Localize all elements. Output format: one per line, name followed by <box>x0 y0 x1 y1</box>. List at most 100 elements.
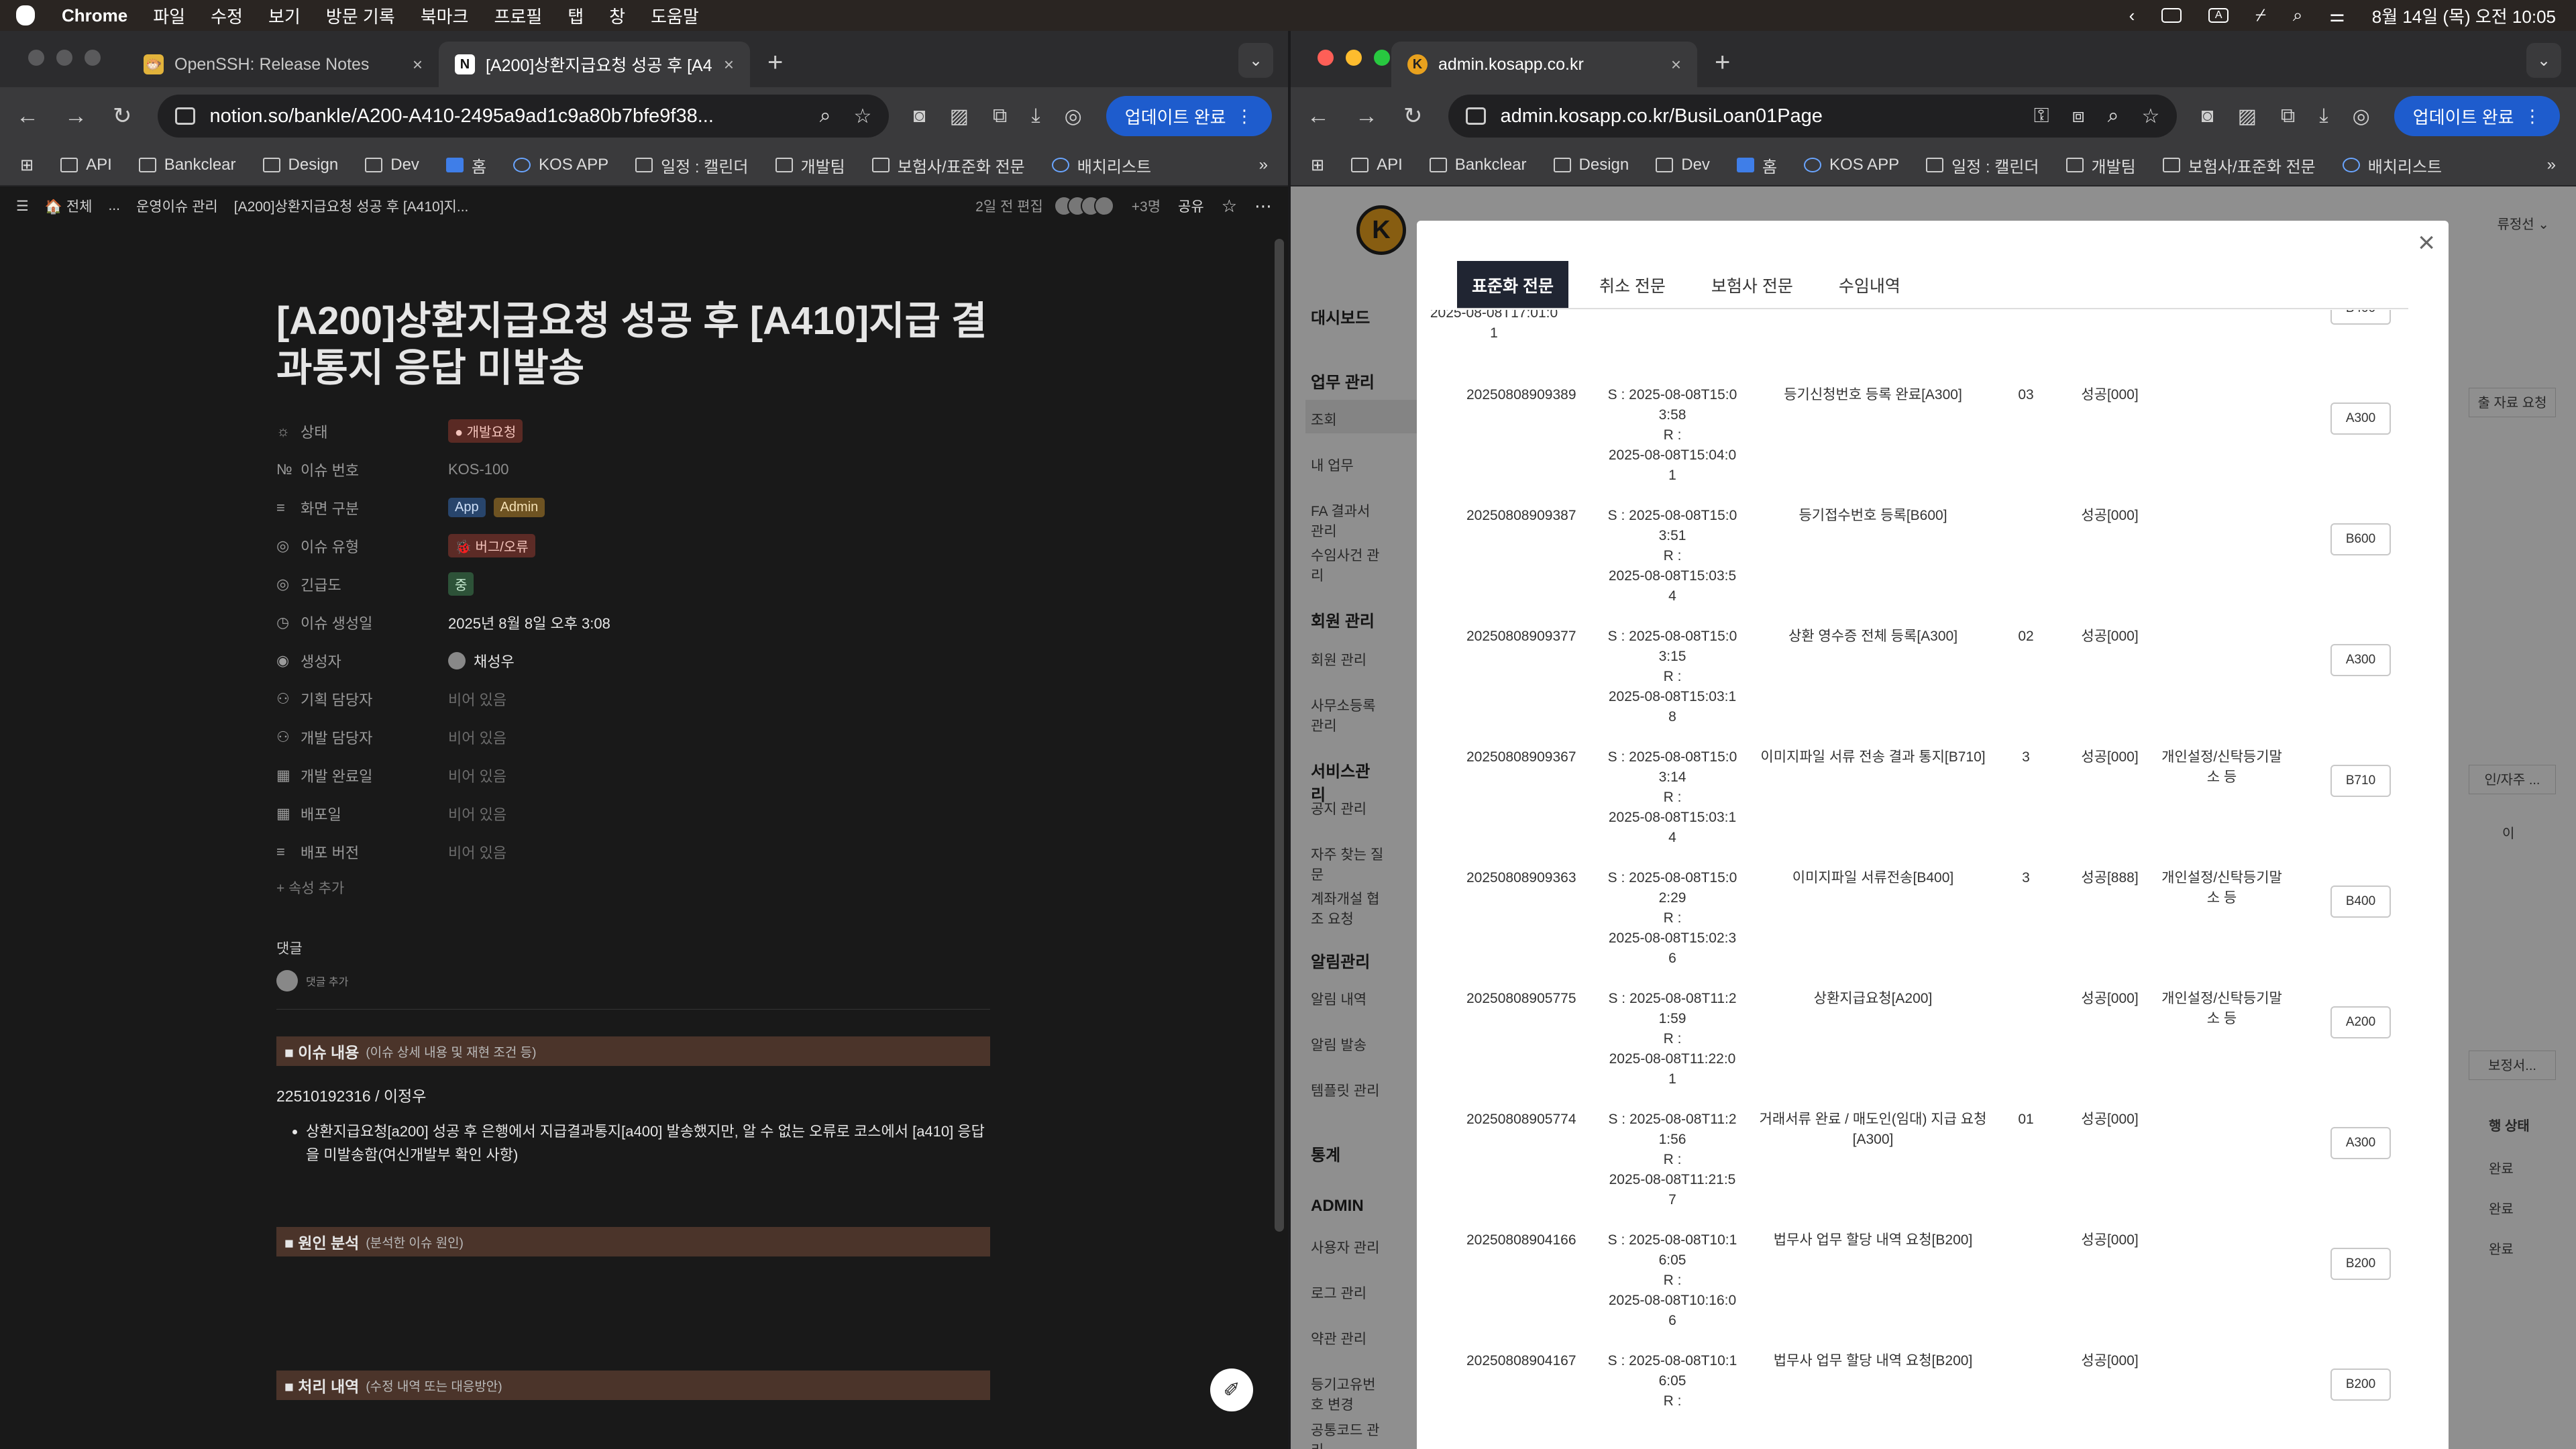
menu-item[interactable]: 방문 기록 <box>326 3 395 28</box>
viewers-extra-count[interactable]: +3명 <box>1132 196 1161 216</box>
apps-grid-icon[interactable]: ⊞ <box>20 156 34 175</box>
property-row[interactable]: ≡ 배포 버전 비어 있음 <box>276 833 990 871</box>
menu-item[interactable]: 보기 <box>268 3 301 28</box>
code-button[interactable]: A300 <box>2330 644 2391 676</box>
issue-id-text[interactable]: 22510192316 / 이정우 <box>276 1083 990 1106</box>
back-arrow-icon[interactable]: ← <box>1307 103 1330 129</box>
property-row[interactable]: ◎ 긴급도 중 <box>276 565 990 603</box>
property-row[interactable]: ▦ 개발 완료일 비어 있음 <box>276 756 990 794</box>
breadcrumb-item[interactable]: 🏠 전체 <box>45 196 93 216</box>
property-row[interactable]: ⚇ 개발 담당자 비어 있음 <box>276 718 990 756</box>
reload-icon[interactable]: ↻ <box>113 103 132 129</box>
bookmark-link[interactable]: 개발팀 <box>775 154 845 177</box>
browser-tab-active[interactable]: N [A200]상환지급요청 성공 후 [A4 × <box>439 42 750 87</box>
bookmark-link[interactable]: 보험사/표준화 전문 <box>871 154 1025 177</box>
password-key-icon[interactable]: ⚿ <box>2034 105 2049 127</box>
bookmark-link[interactable]: 일정 : 캘린더 <box>635 154 749 177</box>
close-window-button[interactable] <box>28 50 44 66</box>
property-row[interactable]: № 이슈 번호 KOS-100 <box>276 450 990 488</box>
tab-search-button[interactable]: ⌄ <box>2526 43 2561 78</box>
add-comment-row[interactable]: 댓글 추가 <box>276 970 990 991</box>
bookmark-star-icon[interactable]: ☆ <box>2142 105 2160 128</box>
code-button[interactable]: A200 <box>2330 1006 2391 1038</box>
property-row[interactable]: ▦ 배포일 비어 있음 <box>276 794 990 833</box>
more-options-icon[interactable]: ⋯ <box>1254 196 1272 217</box>
back-arrow-icon[interactable]: ← <box>16 103 39 129</box>
code-button[interactable]: B200 <box>2330 1248 2391 1280</box>
bookmark-link[interactable]: 일정 : 캘린더 <box>1926 154 2039 177</box>
reload-icon[interactable]: ↻ <box>1403 103 1423 129</box>
add-comment-placeholder[interactable]: 댓글 추가 <box>306 973 348 989</box>
menu-item[interactable]: 파일 <box>153 3 185 28</box>
code-button[interactable]: B600 <box>2330 523 2391 555</box>
minimize-window-button[interactable] <box>56 50 72 66</box>
close-tab-icon[interactable]: × <box>413 54 423 75</box>
wifi-off-icon[interactable]: ⌿ <box>2255 5 2266 26</box>
menu-item[interactable]: 도움말 <box>651 3 699 28</box>
property-row[interactable]: ◉ 생성자 채성우 <box>276 641 990 680</box>
property-row[interactable]: ⚇ 기획 담당자 비어 있음 <box>276 680 990 718</box>
menu-item[interactable]: 북마크 <box>421 3 469 28</box>
menubar-clock[interactable]: 8월 14일 (목) 오전 10:05 <box>2372 3 2556 28</box>
tab-standard-message[interactable]: 표준화 전문 <box>1457 261 1568 309</box>
extensions-icon[interactable]: ⧉ <box>993 105 1007 127</box>
forward-arrow-icon[interactable]: → <box>1355 103 1378 129</box>
url-text[interactable]: admin.kosapp.co.kr/BusiLoan01Page <box>1501 105 2011 127</box>
download-icon[interactable]: ⤓ <box>1031 105 1040 127</box>
bookmark-link[interactable]: 홈 <box>1736 154 1777 177</box>
zoom-window-button[interactable] <box>1374 50 1390 66</box>
address-bar[interactable]: admin.kosapp.co.kr/BusiLoan01Page ⚿ ⧈ ⌕ … <box>1448 95 2178 138</box>
code-button[interactable]: A300 <box>2330 1127 2391 1159</box>
bookmark-link[interactable]: 홈 <box>445 154 486 177</box>
bookmark-folder[interactable]: Bankclear <box>1429 156 1527 174</box>
property-row[interactable]: ☼ 상태 ● 개발요청 <box>276 412 990 450</box>
apps-grid-icon[interactable]: ⊞ <box>1311 156 1324 175</box>
issue-bullet[interactable]: 상환지급요청[a200] 성공 후 은행에서 지급결과통지[a400] 발송했지… <box>306 1120 990 1167</box>
url-text[interactable]: notion.so/bankle/A200-A410-2495a9ad1c9a8… <box>210 105 797 127</box>
tab-commission-history[interactable]: 수임내역 <box>1824 261 1915 309</box>
sidebar-toggle-icon[interactable]: ☰ <box>16 198 29 215</box>
address-bar[interactable]: notion.so/bankle/A200-A410-2495a9ad1c9a8… <box>157 95 890 138</box>
new-tab-button[interactable]: + <box>750 48 800 87</box>
bookmark-folder[interactable]: Design <box>262 156 338 174</box>
bookmark-folder[interactable]: API <box>60 156 112 174</box>
issue-content-heading[interactable]: ■ 이슈 내용 (이슈 상세 내용 및 재현 조건 등) <box>276 1036 990 1066</box>
bookmark-link[interactable]: KOS APP <box>513 156 608 174</box>
code-button[interactable]: B200 <box>2330 1368 2391 1401</box>
favorite-star-icon[interactable]: ☆ <box>1222 196 1237 217</box>
battery-icon[interactable] <box>2161 8 2182 23</box>
new-tab-button[interactable]: + <box>1697 48 1748 87</box>
close-icon[interactable]: × <box>2418 226 2435 260</box>
bug-tag[interactable]: 🐞 버그/오류 <box>448 534 535 557</box>
download-icon[interactable]: ⤓ <box>2319 105 2328 127</box>
close-window-button[interactable] <box>1318 50 1334 66</box>
search-icon[interactable]: ⌕ <box>2293 5 2303 26</box>
chevron-left-icon[interactable]: ‹ <box>2129 5 2135 26</box>
menu-item[interactable]: 수정 <box>211 3 243 28</box>
code-button[interactable]: A300 <box>2330 402 2391 435</box>
share-button[interactable]: 공유 <box>1178 196 1204 216</box>
breadcrumb-item[interactable]: 운영이슈 관리 <box>136 196 218 216</box>
tab-insurer-message[interactable]: 보험사 전문 <box>1697 261 1808 309</box>
apple-icon[interactable] <box>16 5 35 25</box>
urgency-tag[interactable]: 중 <box>448 572 474 596</box>
color-extension-icon[interactable]: ▨ <box>2238 105 2257 128</box>
update-button[interactable]: 업데이트 완료 ⋮ <box>2394 96 2560 136</box>
property-row[interactable]: ◎ 이슈 유형 🐞 버그/오류 <box>276 527 990 565</box>
close-tab-icon[interactable]: × <box>1671 54 1681 75</box>
viewer-avatars[interactable] <box>1053 196 1114 216</box>
more-bookmarks-icon[interactable]: » <box>1259 156 1268 174</box>
input-source-icon[interactable]: A <box>2208 8 2229 23</box>
breadcrumb-ellipsis[interactable]: ... <box>108 198 120 214</box>
code-button[interactable]: B710 <box>2330 765 2391 797</box>
profile-icon[interactable]: ◎ <box>2353 105 2370 128</box>
menu-item[interactable]: 프로필 <box>494 3 542 28</box>
color-extension-icon[interactable]: ▨ <box>950 105 969 128</box>
cause-analysis-heading[interactable]: ■ 원인 분석 (분석한 이슈 원인) <box>276 1227 990 1256</box>
property-row[interactable]: ≡ 화면 구분 App Admin <box>276 488 990 527</box>
status-badge[interactable]: ● 개발요청 <box>448 419 523 443</box>
menu-app-name[interactable]: Chrome <box>62 5 127 26</box>
control-center-icon[interactable]: ⚌ <box>2329 5 2345 26</box>
tag-app[interactable]: App <box>448 498 486 517</box>
zoom-icon[interactable]: ⌕ <box>2108 105 2119 127</box>
